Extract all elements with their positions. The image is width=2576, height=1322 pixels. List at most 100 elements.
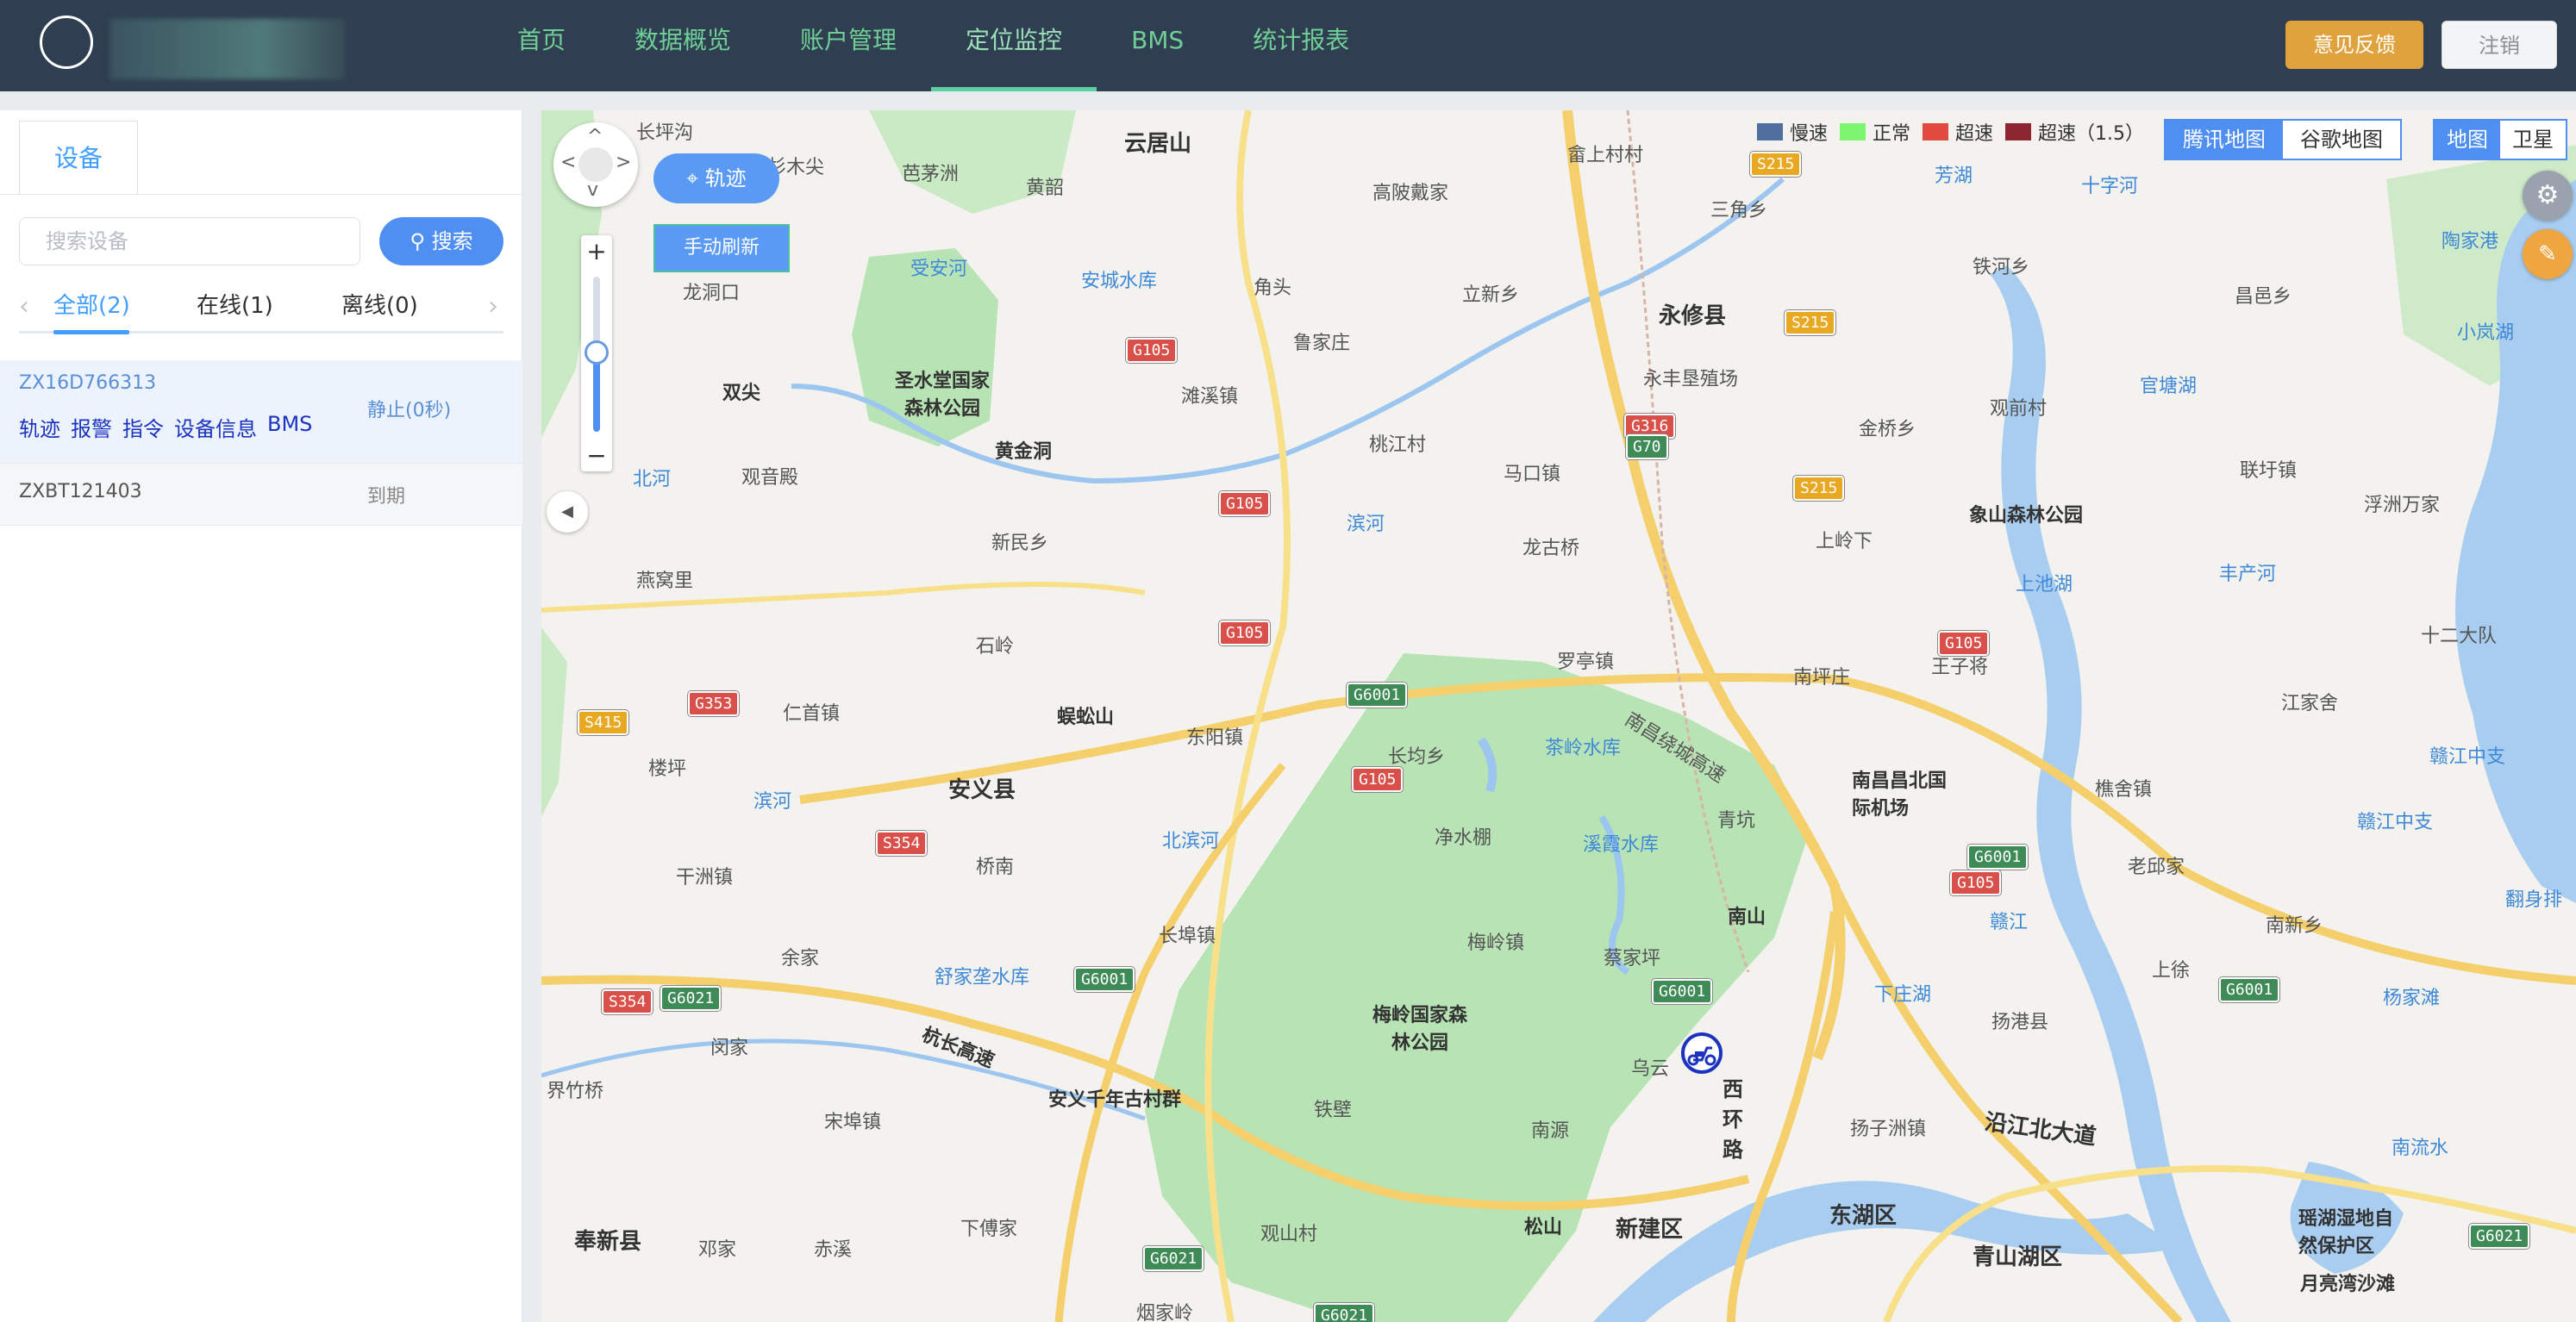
view-satellite[interactable]: 卫星 [2500,121,2566,159]
map-label: 安义县 [948,777,1016,803]
nav-location-monitor[interactable]: 定位监控 [931,0,1097,91]
map-canvas[interactable]: 长坪沟 杉木尖 芭茅洲 黄韶 云居山 高陂戴家 畲上村村 三角乡 芳湖 十字河 … [541,110,2576,1322]
speed-legend: 慢速 正常 超速 超速（1.5） [1757,117,2156,147]
device-search-input[interactable] [19,217,360,265]
map-label: 观音殿 [741,467,799,489]
map-label: 宋埠镇 [824,1112,882,1133]
map-label: 双尖 [722,383,761,404]
filter-online[interactable]: 在线(1) [197,288,273,320]
map-label: 受安河 [910,259,968,280]
map-label: 茶岭水库 [1545,738,1622,759]
map-label: 昌邑乡 [2235,286,2292,308]
device-row[interactable]: ZX16D766313 轨迹 报警 指令 设备信息 BMS 静止(0秒) [0,360,522,464]
feedback-button[interactable]: 意见反馈 [2285,21,2423,69]
logo-icon [40,16,93,69]
road-shield: G6001 [1074,967,1135,992]
device-action-track[interactable]: 轨迹 [19,412,60,442]
map-label: 安义千年古村群 [1048,1089,1182,1111]
status-filter-tabs: ‹ 全部(2) 在线(1) 离线(0) › [0,279,522,336]
map-label: 上池湖 [2016,574,2073,596]
device-action-bms[interactable]: BMS [267,412,312,442]
map-label: 十字河 [2081,176,2139,197]
map-label: 马口镇 [1504,464,1561,485]
chevron-left-icon[interactable]: ‹ [19,291,29,321]
nav-reports[interactable]: 统计报表 [1218,0,1384,91]
zoom-in-button[interactable]: + [581,237,612,265]
collapse-panel-button[interactable]: ◀ [547,491,588,533]
map-label: 长均乡 [1388,746,1446,768]
zoom-slider-handle[interactable] [585,340,609,365]
device-actions: 轨迹 报警 指令 设备信息 BMS [19,412,312,442]
map-label: 净水棚 [1435,827,1492,849]
edit-icon[interactable]: ✎ [2523,229,2573,279]
map-label: 南流水 [2392,1138,2449,1159]
map-pan-control[interactable]: ^ v < > [553,122,638,207]
device-row[interactable]: ZXBT121403 到期 [0,464,522,526]
nav-data-overview[interactable]: 数据概览 [600,0,766,91]
tab-divider [0,194,522,195]
location-pin-icon: ⌖ [686,166,705,190]
map-provider-switch: 腾讯地图 谷歌地图 [2164,119,2402,160]
road-shield: G105 [1219,620,1271,645]
filter-all[interactable]: 全部(2) [53,288,130,320]
pan-up-icon[interactable]: ^ [587,126,603,147]
map-label: 角头 [1254,277,1292,299]
road-shield: S215 [1793,476,1845,501]
device-status: 静止(0秒) [367,400,452,421]
device-action-command[interactable]: 指令 [122,412,164,442]
map-label: 铁壁 [1314,1100,1353,1121]
nav-home[interactable]: 首页 [483,0,600,91]
map-label: 金桥乡 [1859,419,1916,440]
map-label: 南新乡 [2266,915,2323,937]
map-label: 邓家 [698,1239,737,1261]
legend-swatch [2005,123,2032,140]
device-action-alarm[interactable]: 报警 [71,412,112,442]
legend-swatch [1923,123,1949,140]
settings-gear-icon[interactable]: ⚙ [2523,171,2573,221]
map-label: 蔡家坪 [1604,948,1661,970]
road-shield: G70 [1626,434,1668,459]
map-label: 北河 [633,469,672,490]
device-action-info[interactable]: 设备信息 [174,412,257,442]
map-label: 松山 [1524,1217,1563,1238]
track-button[interactable]: ⌖ 轨迹 [653,153,779,203]
filter-offline[interactable]: 离线(0) [341,288,418,320]
zoom-out-button[interactable]: − [581,441,612,470]
map-label: 西环路 [1723,1077,1743,1162]
nav-account[interactable]: 账户管理 [766,0,931,91]
map-label: 赣江中支 [2357,812,2434,833]
device-status: 到期 [367,486,406,508]
road-shield: S354 [876,831,928,856]
track-button-label: 轨迹 [704,166,747,190]
map-label: 滨河 [753,791,792,813]
search-button[interactable]: ⚲ 搜索 [379,217,503,265]
road-shield: S215 [1785,310,1836,335]
provider-google[interactable]: 谷歌地图 [2283,121,2400,159]
map-label: 南昌昌北国际机场 [1852,770,1948,820]
search-icon: ⚲ [410,229,432,253]
pan-right-icon[interactable]: > [616,152,631,173]
pan-down-icon[interactable]: v [587,179,598,201]
manual-refresh-button[interactable]: 手动刷新 [653,224,790,272]
tab-devices[interactable]: 设备 [19,121,138,195]
map-label: 桥南 [976,857,1015,878]
map-label: 石岭 [976,636,1015,658]
logout-button[interactable]: 注销 [2442,21,2557,69]
vehicle-marker-icon[interactable] [1681,1032,1723,1074]
map-label: 三角乡 [1710,200,1768,221]
legend-swatch [1757,123,1783,140]
map-label: 陶家港 [2442,231,2499,253]
map-label: 月亮湾沙滩 [2300,1274,2396,1295]
map-label: 上岭下 [1816,531,1873,552]
view-map[interactable]: 地图 [2435,121,2500,159]
map-label: 鲁家庄 [1293,333,1351,354]
provider-tencent[interactable]: 腾讯地图 [2166,121,2283,159]
pan-left-icon[interactable]: < [560,152,576,173]
map-label: 长埠镇 [1159,926,1216,947]
chevron-right-icon[interactable]: › [488,291,498,321]
nav-bms[interactable]: BMS [1097,0,1218,91]
map-label: 下傅家 [960,1219,1018,1240]
map-label: 下庄湖 [1874,984,1932,1006]
map-label: 烟家岭 [1136,1303,1194,1322]
map-label: 芳湖 [1935,165,1973,187]
